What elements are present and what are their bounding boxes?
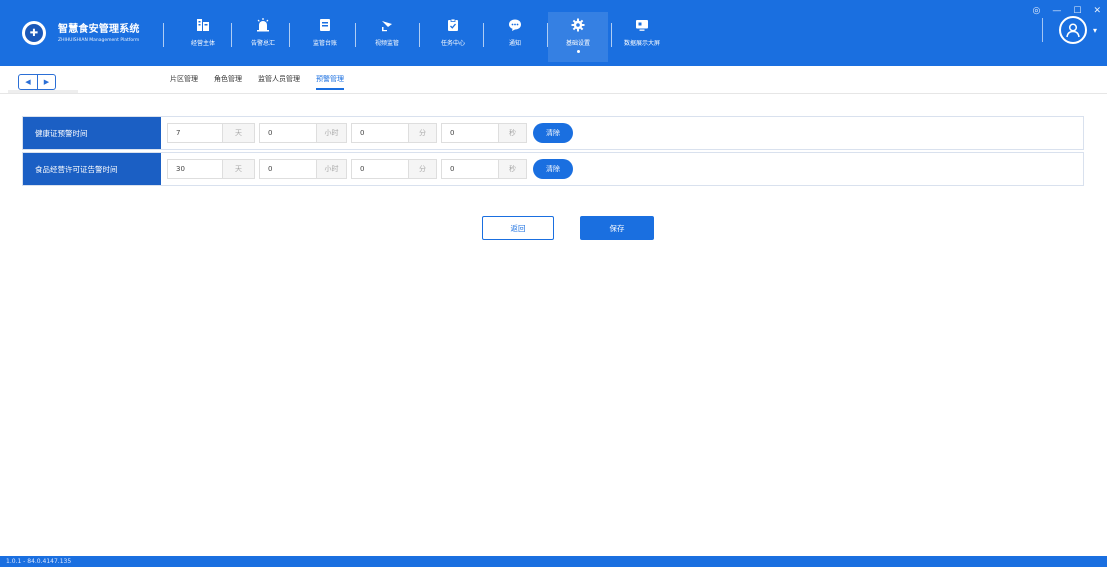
form-row-health-cert: 健康证预警时间 7 天 0 小时 0 分 0 秒 清除 [22,116,1084,150]
nav-divider [483,23,484,47]
prev-arrow-icon[interactable]: ◀ [19,75,37,89]
hour-input[interactable]: 0 [259,159,317,179]
ledger-icon [317,17,333,33]
warning-form: 健康证预警时间 7 天 0 小时 0 分 0 秒 清除 食品经营许可证告警时间 … [22,116,1084,186]
close-icon[interactable]: ✕ [1093,6,1101,16]
hour-unit: 小时 [317,159,347,179]
app-window: ✚ 智慧食安管理系统 ZHIHUISHIAN Management Platfo… [0,0,1107,567]
hour-input[interactable]: 0 [259,123,317,143]
active-indicator [576,50,580,53]
user-menu[interactable]: ▾ [1041,16,1097,44]
app-title: 智慧食安管理系统 [58,24,140,35]
brand: 智慧食安管理系统 ZHIHUISHIAN Management Platform [58,20,140,43]
tab-roles[interactable]: 角色管理 [214,74,242,90]
save-button[interactable]: 保存 [580,216,654,240]
gear-icon [570,17,586,33]
nav-label: 通知 [508,40,521,47]
nav-label: 任务中心 [440,40,465,47]
row-label: 食品经营许可证告警时间 [23,153,161,185]
camera-icon [379,17,395,33]
row-label: 健康证预警时间 [23,117,161,149]
minimize-icon[interactable]: — [1052,6,1061,16]
tab-pager: ◀ ▶ [18,74,56,90]
second-input[interactable]: 0 [441,159,499,179]
nav-item-dashboard[interactable]: 数据展示大屏 [612,17,672,47]
nav-item-notice[interactable]: 通知 [485,17,545,47]
nav-divider [419,23,420,47]
subnav-shadow [8,90,78,93]
nav-item-tasks[interactable]: 任务中心 [423,17,483,47]
form-row-food-license: 食品经营许可证告警时间 30 天 0 小时 0 分 0 秒 清除 [22,152,1084,186]
avatar-icon[interactable] [1058,16,1087,44]
minute-input[interactable]: 0 [351,123,409,143]
minute-unit: 分 [409,159,437,179]
clipboard-icon [445,17,461,33]
clear-button[interactable]: 清除 [533,123,573,143]
second-input[interactable]: 0 [441,123,499,143]
chevron-down-icon[interactable]: ▾ [1093,26,1097,35]
day-unit: 天 [223,159,255,179]
second-unit: 秒 [499,123,527,143]
nav-label: 监管台账 [312,40,337,47]
version-text: 1.0.1 - 84.0.4147.135 [6,558,72,565]
duration-fields: 7 天 0 小时 0 分 0 秒 清除 [161,117,1083,149]
nav-divider [289,23,290,47]
status-bar: 1.0.1 - 84.0.4147.135 [0,556,1107,567]
nav-item-settings[interactable]: 基础设置 [548,12,608,62]
day-input[interactable]: 7 [167,123,223,143]
building-icon [195,17,211,33]
day-input[interactable]: 30 [167,159,223,179]
alarm-icon [255,17,271,33]
monitor-icon [634,17,650,33]
nav-item-ledger[interactable]: 监管台账 [295,17,355,47]
next-arrow-icon[interactable]: ▶ [37,75,55,89]
nav-divider [163,23,164,47]
clear-button[interactable]: 清除 [533,159,573,179]
window-controls: ◎ — ☐ ✕ [1033,6,1101,16]
chat-icon [507,17,523,33]
tab-warning[interactable]: 预警管理 [316,74,344,90]
day-unit: 天 [223,123,255,143]
sub-tabs: 片区管理 角色管理 监管人员管理 预警管理 [170,74,344,90]
nav-item-business[interactable]: 经营主体 [173,17,233,47]
sub-navigation: ◀ ▶ 片区管理 角色管理 监管人员管理 预警管理 [0,66,1107,94]
tab-supervisors[interactable]: 监管人员管理 [258,74,300,90]
nav-label: 告警总汇 [250,40,275,47]
top-header: ✚ 智慧食安管理系统 ZHIHUISHIAN Management Platfo… [0,0,1107,66]
duration-fields: 30 天 0 小时 0 分 0 秒 清除 [161,153,1083,185]
action-bar: 返回 保存 [482,216,654,240]
nav-label: 基础设置 [565,40,590,47]
back-button[interactable]: 返回 [482,216,554,240]
maximize-icon[interactable]: ☐ [1073,6,1081,16]
app-subtitle: ZHIHUISHIAN Management Platform [58,38,140,43]
minute-input[interactable]: 0 [351,159,409,179]
user-divider [1041,18,1043,42]
nav-item-alarm[interactable]: 告警总汇 [233,17,293,47]
nav-divider [231,23,232,47]
nav-item-video[interactable]: 视频监管 [357,17,417,47]
nav-divider [355,23,356,47]
nav-label: 经营主体 [190,40,215,47]
logo-icon: ✚ [22,21,46,45]
pin-icon[interactable]: ◎ [1033,6,1041,16]
minute-unit: 分 [409,123,437,143]
second-unit: 秒 [499,159,527,179]
hour-unit: 小时 [317,123,347,143]
nav-label: 数据展示大屏 [623,40,660,47]
nav-label: 视频监管 [374,40,399,47]
tab-district[interactable]: 片区管理 [170,74,198,90]
